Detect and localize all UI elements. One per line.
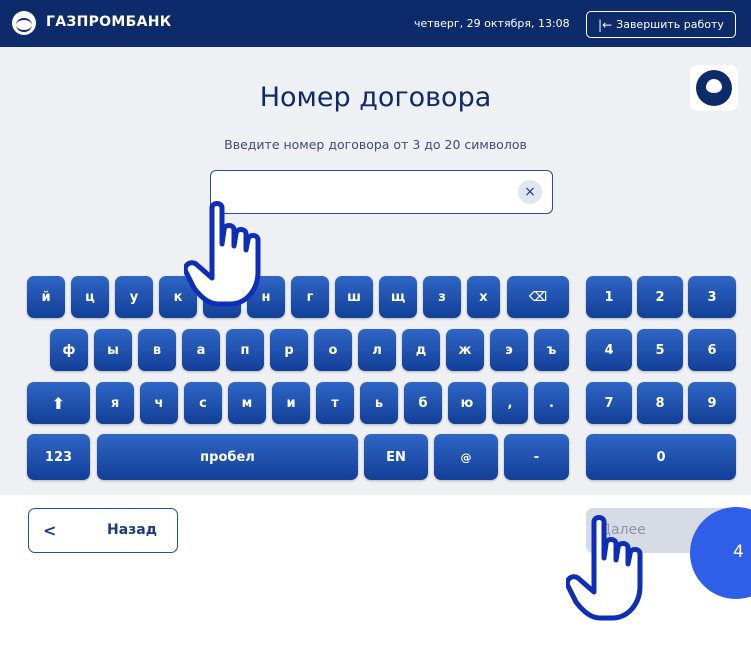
key-т[interactable]: т <box>316 382 354 424</box>
numpad-key-5[interactable]: 5 <box>637 329 683 371</box>
key-п[interactable]: п <box>226 329 264 371</box>
key-period[interactable]: . <box>534 382 569 424</box>
chevron-left-icon: < <box>43 521 57 540</box>
step-number: 4 <box>733 542 744 562</box>
main-panel <box>0 47 751 495</box>
key-ю[interactable]: ю <box>448 382 486 424</box>
back-label: Назад <box>107 522 158 538</box>
clear-icon: × <box>524 184 536 200</box>
key-л[interactable]: л <box>358 329 396 371</box>
numpad-key-3[interactable]: 3 <box>688 276 736 318</box>
key-х[interactable]: х <box>467 276 500 318</box>
page-title: Номер договора <box>259 82 492 113</box>
numpad-key-0[interactable]: 0 <box>586 434 736 480</box>
key-comma[interactable]: , <box>492 382 528 424</box>
finish-session-button[interactable]: |← Завершить работу <box>586 11 736 38</box>
key-б[interactable]: б <box>404 382 442 424</box>
clear-input-button[interactable]: × <box>518 180 542 204</box>
key-ъ[interactable]: ъ <box>534 329 569 371</box>
key-ч[interactable]: ч <box>140 382 178 424</box>
key-э[interactable]: э <box>490 329 528 371</box>
key-а[interactable]: а <box>182 329 220 371</box>
numpad-key-6[interactable]: 6 <box>688 329 736 371</box>
gazprombank-logo-icon <box>12 11 36 35</box>
key-г[interactable]: г <box>291 276 329 318</box>
key-с[interactable]: с <box>184 382 222 424</box>
key-ф[interactable]: ф <box>50 329 88 371</box>
numpad-key-9[interactable]: 9 <box>688 382 736 424</box>
key-з[interactable]: з <box>423 276 461 318</box>
language-key[interactable]: EN <box>364 434 428 480</box>
key-и[interactable]: и <box>272 382 310 424</box>
back-button[interactable]: < Назад <box>28 508 178 553</box>
numbers-mode-key[interactable]: 123 <box>27 434 90 480</box>
key-у[interactable]: у <box>115 276 153 318</box>
shift-key[interactable]: ⬆ <box>27 382 90 424</box>
pointer-hand-icon <box>184 201 261 307</box>
numpad-key-7[interactable]: 7 <box>586 382 632 424</box>
key-о[interactable]: о <box>314 329 352 371</box>
numpad-key-8[interactable]: 8 <box>637 382 683 424</box>
numpad-key-1[interactable]: 1 <box>586 276 632 318</box>
key-щ[interactable]: щ <box>379 276 417 318</box>
key-ж[interactable]: ж <box>446 329 484 371</box>
pointer-hand-icon <box>566 515 643 621</box>
brand-name: ГАЗПРОМБАНК <box>46 14 172 30</box>
key-я[interactable]: я <box>96 382 134 424</box>
datetime-label: четверг, 29 октября, 13:08 <box>414 17 570 30</box>
backspace-key[interactable]: ⌫ <box>507 276 569 318</box>
finish-session-label: Завершить работу <box>616 18 724 31</box>
key-м[interactable]: м <box>228 382 266 424</box>
key-ы[interactable]: ы <box>94 329 132 371</box>
exit-arrow-icon: |← <box>598 17 613 32</box>
key-ш[interactable]: ш <box>335 276 373 318</box>
key-р[interactable]: р <box>270 329 308 371</box>
top-bar: ГАЗПРОМБАНК четверг, 29 октября, 13:08 |… <box>0 0 751 47</box>
at-key[interactable]: @ <box>434 434 498 480</box>
key-ь[interactable]: ь <box>360 382 398 424</box>
space-key[interactable]: пробел <box>97 434 358 480</box>
dash-key[interactable]: - <box>504 434 569 480</box>
key-в[interactable]: в <box>138 329 176 371</box>
key-й[interactable]: й <box>27 276 65 318</box>
key-ц[interactable]: ц <box>71 276 109 318</box>
key-д[interactable]: д <box>402 329 440 371</box>
numpad-key-4[interactable]: 4 <box>586 329 632 371</box>
numpad-key-2[interactable]: 2 <box>637 276 683 318</box>
page-subtitle: Введите номер договора от 3 до 20 символ… <box>224 137 527 152</box>
